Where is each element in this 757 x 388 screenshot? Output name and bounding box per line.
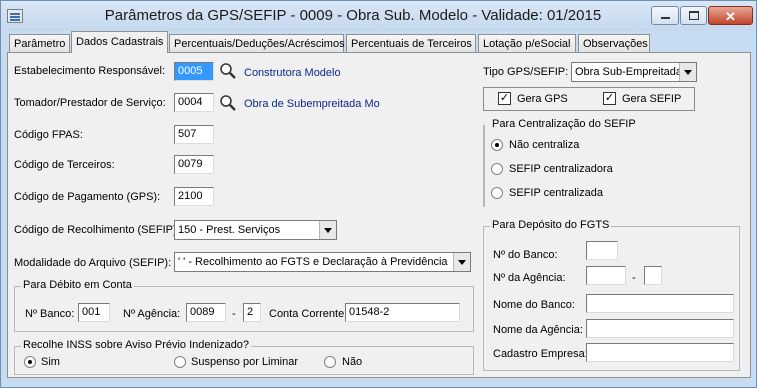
gera-sefip-label: Gera SEFIP (622, 93, 682, 105)
close-button[interactable]: ✕ (708, 6, 753, 25)
tab-dados-cadastrais[interactable]: Dados Cadastrais (71, 31, 168, 53)
modalidade-label: Modalidade do Arquivo (SEFIP): (14, 257, 172, 269)
minimize-icon (661, 17, 670, 19)
chevron-down-icon (453, 253, 470, 271)
tomador-label: Tomador/Prestador de Serviço: (14, 97, 166, 109)
nao-centraliza-radio[interactable] (491, 139, 503, 151)
fgts-cadastro-label: Cadastro Empresa: (493, 348, 588, 360)
search-icon[interactable] (218, 61, 238, 81)
pagamento-label: Código de Pagamento (GPS): (14, 191, 161, 203)
tab-percentuais[interactable]: Percentuais/Deduções/Acréscimos (169, 34, 345, 53)
minimize-button[interactable] (651, 6, 679, 25)
recolhimento-value: 150 - Prest. Serviços (178, 224, 281, 236)
fgts-agencia-input[interactable] (586, 266, 626, 285)
sefip-centralizada-radio[interactable] (491, 187, 503, 199)
debito-conta-label: Conta Corrente: (269, 308, 348, 320)
fgts-title: Para Depósito do FGTS (490, 219, 612, 231)
nao-centraliza-label: Não centraliza (509, 139, 580, 151)
fgts-nome-banco-label: Nome do Banco: (493, 299, 575, 311)
sefip-centralizadora-label: SEFIP centralizadora (509, 163, 613, 175)
fgts-agencia-label: Nº da Agência: (493, 272, 566, 284)
window-title: Parâmetros da GPS/SEFIP - 0009 - Obra Su… (104, 7, 602, 24)
debito-dash: - (232, 308, 236, 320)
tomador-name: Obra de Subempreitada Mo (244, 98, 380, 110)
fgts-dash: - (632, 272, 636, 284)
pagamento-input[interactable]: 2100 (174, 187, 214, 206)
inss-suspenso-label: Suspenso por Liminar (191, 356, 299, 368)
terceiros-input[interactable]: 0079 (174, 155, 214, 174)
tab-lotacao-esocial[interactable]: Lotação p/eSocial (478, 34, 576, 53)
fgts-cadastro-input[interactable] (586, 343, 734, 362)
sefip-centralizadora-radio[interactable] (491, 163, 503, 175)
gera-gps-label: Gera GPS (517, 93, 568, 105)
inss-sim-label: Sim (41, 356, 60, 368)
modalidade-value: ' ' - Recolhimento ao FGTS e Declaração … (178, 256, 448, 268)
window: Parâmetros da GPS/SEFIP - 0009 - Obra Su… (0, 0, 757, 388)
search-icon[interactable] (218, 93, 238, 113)
fpas-input[interactable]: 507 (174, 125, 214, 144)
inss-sim-radio[interactable] (24, 356, 36, 368)
tipo-value: Obra Sub-Empreitada (575, 66, 682, 78)
close-icon: ✕ (725, 9, 736, 24)
tab-percentuais-terceiros[interactable]: Percentuais de Terceiros (346, 34, 476, 53)
chevron-down-icon (679, 63, 696, 81)
gera-sefip-checkbox[interactable]: ✓ (603, 92, 616, 105)
title-bar: Parâmetros da GPS/SEFIP - 0009 - Obra Su… (1, 1, 756, 31)
estab-name: Construtora Modelo (244, 67, 341, 79)
fgts-nome-banco-input[interactable] (586, 294, 734, 313)
inss-title: Recolhe INSS sobre Aviso Prévio Indeniza… (21, 339, 252, 351)
fgts-agencia-dv-input[interactable] (644, 266, 662, 285)
fgts-banco-label: Nº do Banco: (493, 249, 558, 261)
recolhimento-label: Código de Recolhimento (SEFIP): (14, 224, 180, 236)
sefip-centralizada-label: SEFIP centralizada (509, 187, 603, 199)
debito-conta-input[interactable]: 01548-2 (345, 303, 460, 322)
terceiros-label: Código de Terceiros: (14, 159, 115, 171)
chevron-down-icon (319, 221, 336, 239)
debito-banco-input[interactable]: 001 (78, 303, 110, 322)
fpas-label: Código FPAS: (14, 129, 83, 141)
centralizacao-group: Para Centralização do SEFIP (483, 118, 638, 207)
inss-suspenso-radio[interactable] (174, 356, 186, 368)
inss-nao-radio[interactable] (324, 356, 336, 368)
modalidade-select[interactable]: ' ' - Recolhimento ao FGTS e Declaração … (174, 252, 471, 272)
fgts-nome-agencia-label: Nome da Agência: (493, 324, 583, 336)
debito-agencia-input[interactable]: 0089 (186, 303, 226, 322)
tab-parametro[interactable]: Parâmetro (9, 34, 71, 53)
gera-gps-checkbox[interactable]: ✓ (498, 92, 511, 105)
debito-agencia-dv-input[interactable]: 2 (243, 303, 261, 322)
app-icon (7, 9, 23, 23)
tipo-select[interactable]: Obra Sub-Empreitada (571, 62, 697, 82)
tomador-input[interactable]: 0004 (174, 93, 214, 112)
debito-title: Para Débito em Conta (21, 279, 134, 291)
fgts-nome-agencia-input[interactable] (586, 319, 734, 338)
recolhimento-select[interactable]: 150 - Prest. Serviços (174, 220, 337, 240)
estab-label: Estabelecimento Responsável: (14, 65, 166, 77)
maximize-icon (689, 11, 699, 20)
centralizacao-title: Para Centralização do SEFIP (490, 118, 638, 130)
debito-banco-label: Nº Banco: (25, 308, 75, 320)
estab-input[interactable]: 0005 (174, 62, 214, 81)
inss-nao-label: Não (342, 356, 363, 368)
tipo-label: Tipo GPS/SEFIP: (483, 66, 569, 78)
fgts-banco-input[interactable] (586, 241, 618, 260)
debito-agencia-label: Nº Agência: (123, 308, 181, 320)
maximize-button[interactable] (680, 6, 707, 25)
tab-observacoes[interactable]: Observações (578, 34, 650, 53)
